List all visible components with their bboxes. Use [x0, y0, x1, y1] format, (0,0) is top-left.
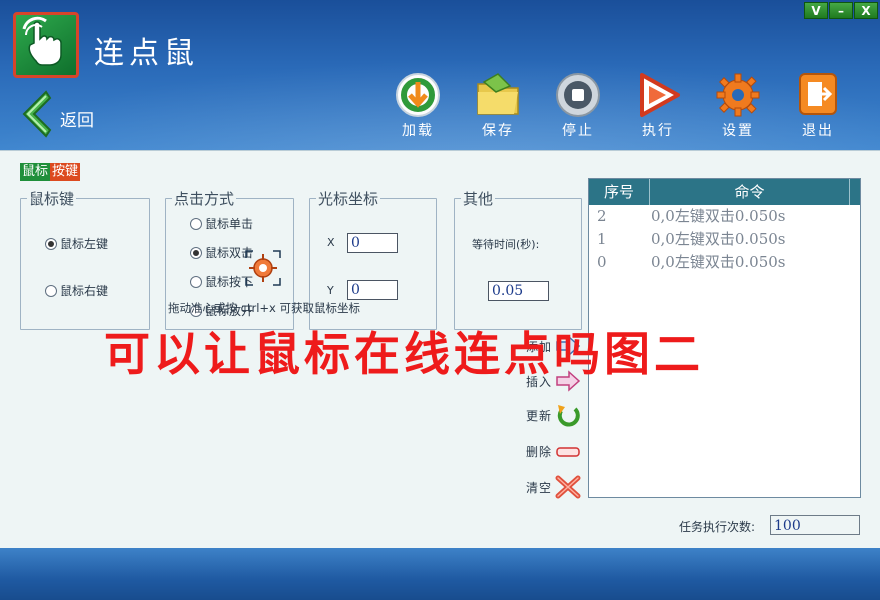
back-button[interactable]: 返回 [18, 90, 108, 140]
title-bar: V – X 连点鼠 返回 加载 保存 停止 执行 设置 退出 [0, 0, 880, 150]
radio-label: 鼠标左键 [60, 237, 109, 251]
hand-pointer-icon [22, 16, 62, 66]
tab-mouse-keys[interactable]: 鼠标 按键 [20, 163, 81, 181]
list-row[interactable]: 1 0,0左键双击0.050s [589, 228, 860, 251]
update-label: 更新 [526, 408, 553, 423]
wait-time-field[interactable]: 0.05 [488, 281, 549, 301]
update-button[interactable]: 更新 [526, 403, 581, 427]
col-header-command[interactable]: 命令 [650, 179, 850, 205]
row-command: 0,0左键双击0.050s [651, 230, 786, 248]
load-icon [396, 73, 440, 117]
chevron-left-icon [22, 90, 52, 138]
close-button[interactable]: X [854, 2, 878, 19]
execute-button[interactable]: 执行 [628, 72, 708, 144]
list-row[interactable]: 0 0,0左键双击0.050s [589, 251, 860, 274]
list-header: 序号 命令 [589, 179, 860, 205]
coord-hint: 拖动准心或按 ctrl+x 可获取鼠标坐标 [168, 301, 361, 315]
clear-x-icon [555, 475, 581, 499]
play-icon [640, 73, 680, 117]
stop-label: 停止 [562, 123, 594, 139]
delete-button[interactable]: 删除 [526, 443, 581, 460]
settings-button[interactable]: 设置 [708, 72, 788, 144]
settings-label: 设置 [722, 123, 754, 139]
radio-double-click[interactable]: 鼠标双击 [190, 244, 253, 261]
row-command: 0,0左键双击0.050s [651, 253, 786, 271]
exit-icon [799, 73, 837, 115]
app-title: 连点鼠 [94, 36, 199, 71]
stop-button[interactable]: 停止 [548, 72, 628, 144]
task-count-label: 任务执行次数: [679, 520, 756, 534]
mouse-key-group: 鼠标键 [20, 188, 150, 330]
y-coord-field[interactable]: 0 [347, 280, 398, 300]
crosshair-target[interactable] [245, 250, 281, 290]
tab-part-keys: 按键 [50, 163, 81, 181]
x-coord-field[interactable]: 0 [347, 233, 398, 253]
minus-icon [556, 446, 580, 457]
row-no: 1 [597, 230, 607, 248]
task-count-field[interactable]: 100 [770, 515, 860, 535]
footer-bar [0, 548, 880, 600]
app-logo [13, 12, 79, 78]
minimize-to-tray-button[interactable]: V [804, 2, 828, 19]
row-command: 0,0左键双击0.050s [651, 207, 786, 225]
toolbar: 加载 保存 停止 执行 设置 退出 [388, 72, 868, 144]
radio-label: 鼠标单击 [205, 217, 254, 231]
crosshair-icon [245, 250, 281, 286]
tab-part-mouse: 鼠标 [20, 163, 51, 181]
execute-label: 执行 [642, 123, 674, 139]
exit-button[interactable]: 退出 [788, 72, 868, 144]
radio-dot [190, 275, 202, 288]
radio-dot [190, 246, 202, 259]
row-no: 0 [597, 253, 607, 271]
refresh-icon [557, 405, 580, 427]
mouse-key-legend: 鼠标键 [29, 190, 75, 208]
clear-label: 清空 [526, 480, 553, 495]
row-no: 2 [597, 207, 607, 225]
col-header-no[interactable]: 序号 [589, 179, 650, 205]
stop-icon [556, 73, 600, 117]
other-group: 其他 [454, 188, 582, 330]
cursor-coord-legend: 光标坐标 [318, 190, 379, 208]
x-label: X [327, 236, 335, 249]
radio-dot [45, 284, 57, 297]
exit-label: 退出 [802, 123, 834, 139]
back-label: 返回 [60, 111, 94, 131]
radio-label: 鼠标右键 [60, 284, 109, 298]
wait-time-label: 等待时间(秒): [472, 238, 540, 251]
overlay-caption: 可以让鼠标在线连点吗图二 [104, 327, 704, 381]
radio-single-click[interactable]: 鼠标单击 [190, 215, 253, 232]
click-mode-legend: 点击方式 [174, 190, 235, 208]
load-label: 加载 [402, 123, 434, 139]
y-label: Y [327, 284, 334, 297]
clear-button[interactable]: 清空 [526, 475, 581, 499]
gear-icon [716, 73, 760, 117]
window-controls: V – X [803, 2, 878, 19]
save-folder-icon [477, 73, 519, 115]
radio-right-button[interactable]: 鼠标右键 [45, 282, 108, 299]
radio-left-button[interactable]: 鼠标左键 [45, 235, 108, 252]
load-button[interactable]: 加载 [388, 72, 468, 144]
delete-label: 删除 [526, 445, 553, 459]
other-legend: 其他 [463, 190, 494, 208]
save-button[interactable]: 保存 [468, 72, 548, 144]
minimize-button[interactable]: – [829, 2, 853, 19]
list-row[interactable]: 2 0,0左键双击0.050s [589, 205, 860, 228]
radio-dot [45, 237, 57, 250]
radio-dot [190, 217, 202, 230]
radio-press-down[interactable]: 鼠标按下 [190, 273, 253, 290]
save-label: 保存 [482, 123, 514, 139]
